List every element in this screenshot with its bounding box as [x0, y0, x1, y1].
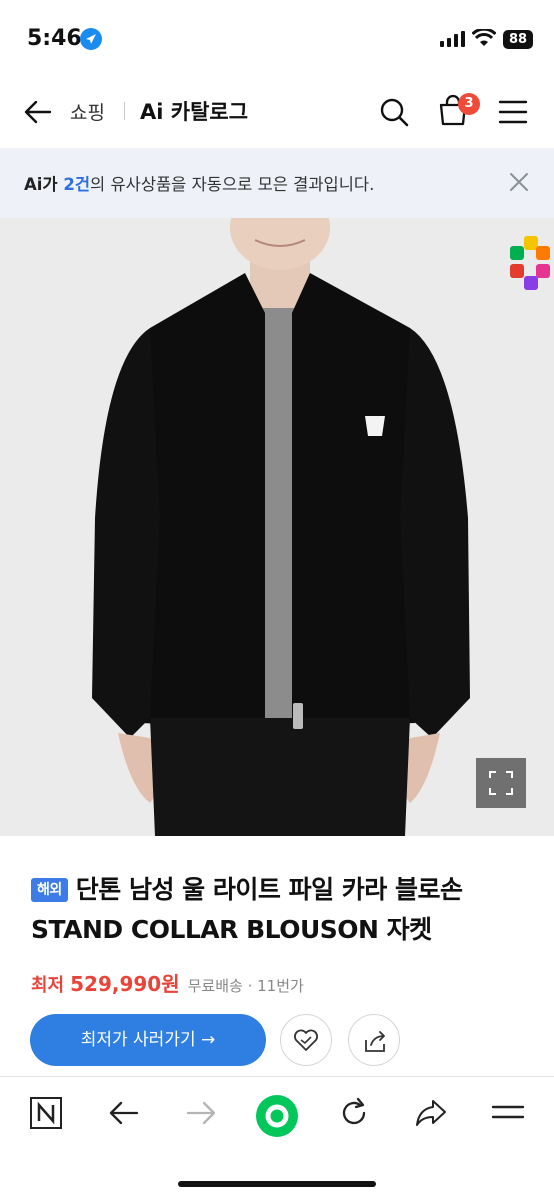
- battery-icon: 88: [503, 30, 533, 49]
- wifi-icon: [472, 29, 496, 46]
- home-indicator: [178, 1181, 376, 1187]
- buy-lowest-button[interactable]: 최저가 사러가기 →: [30, 1014, 266, 1066]
- notice-text: Ai가 2건의 유사상품을 자동으로 모은 결과입니다.: [24, 171, 374, 195]
- heart-icon: [294, 1029, 318, 1051]
- signal-icon: [440, 31, 465, 47]
- shipping-text: 무료배송: [187, 977, 243, 995]
- page-title: Ai 카탈로그: [140, 100, 249, 124]
- menu-icon[interactable]: [498, 98, 528, 126]
- green-dot-icon[interactable]: [254, 1093, 300, 1139]
- status-time: 5:46: [27, 26, 82, 51]
- cart-count-badge: 3: [458, 93, 480, 115]
- notice-suffix: 의 유사상품을 자동으로 모은 결과입니다.: [90, 175, 375, 194]
- app-header: 쇼핑 Ai 카탈로그 3: [0, 80, 554, 144]
- status-bar: 5:46 88: [0, 0, 554, 78]
- share-button[interactable]: [348, 1014, 400, 1066]
- store-name: 11번가: [257, 977, 304, 995]
- product-image[interactable]: [0, 218, 554, 836]
- close-icon[interactable]: [508, 171, 530, 193]
- browser-toolbar: [0, 1076, 554, 1200]
- divider: [124, 102, 125, 120]
- price-row: 최저 529,990원 무료배송 · 11번가: [31, 972, 304, 996]
- favorite-button[interactable]: [280, 1014, 332, 1066]
- notice-count: 2건: [63, 175, 91, 194]
- notice-prefix: Ai가: [24, 175, 64, 194]
- product-title[interactable]: 해외 단톤 남성 울 라이트 파일 카라 블로손 STAND COLLAR BLO…: [31, 870, 531, 950]
- arrow-right-icon[interactable]: [183, 1095, 219, 1131]
- back-icon[interactable]: [22, 96, 54, 128]
- product-name: 단톤 남성 울 라이트 파일 카라 블로손 STAND COLLAR BLOUS…: [31, 875, 463, 944]
- overseas-badge: 해외: [31, 878, 68, 902]
- ai-notice-banner: Ai가 2건의 유사상품을 자동으로 모은 결과입니다.: [0, 148, 554, 218]
- forward-share-icon[interactable]: [413, 1095, 449, 1131]
- expand-icon[interactable]: [476, 758, 526, 808]
- share-icon: [365, 1031, 385, 1052]
- section-link[interactable]: 쇼핑: [70, 98, 105, 125]
- search-icon[interactable]: [378, 96, 410, 128]
- refresh-icon[interactable]: [336, 1095, 372, 1131]
- hamburger-icon[interactable]: [490, 1095, 526, 1131]
- product-photo: [0, 218, 554, 836]
- naver-icon[interactable]: [28, 1095, 64, 1131]
- location-icon: [80, 28, 102, 50]
- ai-lens-icon[interactable]: [506, 234, 554, 304]
- arrow-left-icon[interactable]: [106, 1095, 142, 1131]
- price-value: 529,990원: [70, 972, 180, 996]
- price-label: 최저: [31, 975, 65, 996]
